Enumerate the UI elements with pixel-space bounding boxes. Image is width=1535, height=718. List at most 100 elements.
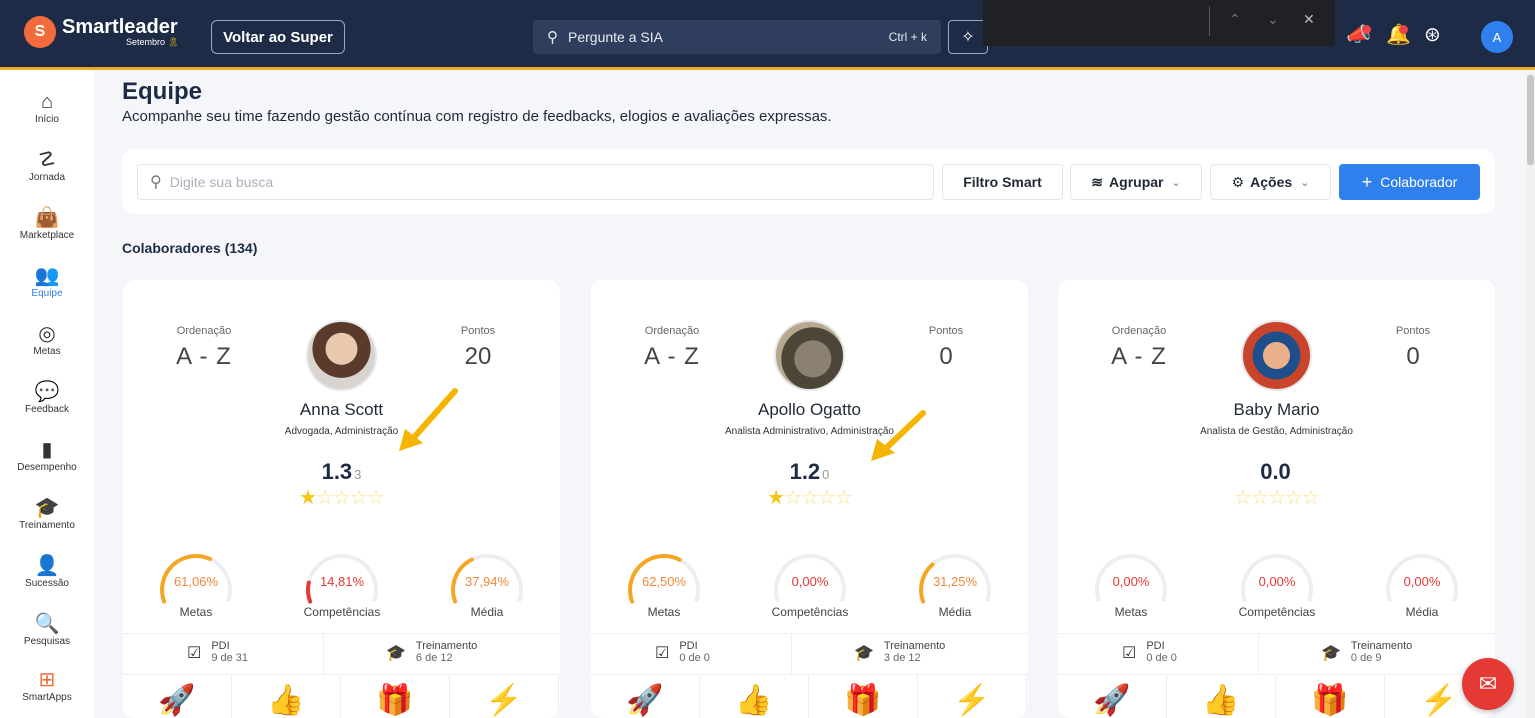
find-next-icon[interactable]: ⌄ [1267, 11, 1279, 28]
avatar[interactable] [774, 320, 845, 391]
progress-gauge: 14,81% Competências [297, 545, 387, 625]
collaborator-card[interactable]: Ordenação A - Z Pontos 20 Anna Scott Advogada… [123, 280, 560, 718]
bell-icon[interactable]: 🔔 [1386, 22, 1411, 47]
add-collaborator-button[interactable]: + Colaborador [1339, 164, 1480, 200]
sidebar-item-equipe[interactable]: 👥 Equipe [0, 264, 94, 320]
lightning-action-button[interactable]: ⚡ [918, 675, 1027, 718]
sidebar-item-desempenho[interactable]: ▮ Desempenho [0, 438, 94, 494]
star-empty-icon[interactable]: ☆ [1268, 487, 1286, 509]
pdi-stat[interactable]: ☑ PDI 0 de 0 [1122, 640, 1177, 665]
group-button[interactable]: ≋ Agrupar ⌄ [1070, 164, 1202, 200]
add-collaborator-label: Colaborador [1380, 174, 1458, 190]
lightning-action-button[interactable]: ⚡ [450, 675, 559, 718]
sparkle-button[interactable]: ✧ [948, 20, 988, 54]
avatar[interactable] [1241, 320, 1312, 391]
lightning-icon: ⚡ [1420, 684, 1458, 717]
sidebar-item-smartapps[interactable]: ⊞ SmartApps [0, 668, 94, 718]
sidebar-item-inicio[interactable]: ⌂ Início [0, 90, 94, 146]
star-rating[interactable]: ★☆☆☆☆ [591, 485, 1028, 510]
rating-value: 0.0 [1260, 459, 1291, 484]
search-box[interactable]: ⚲ [137, 164, 934, 200]
star-empty-icon[interactable]: ☆ [1285, 487, 1303, 509]
star-filled-icon[interactable]: ★ [767, 487, 785, 509]
sidebar-item-jornada[interactable]: ☡ Jornada [0, 148, 94, 204]
thumbs-up-action-button[interactable]: 👍 [700, 675, 809, 718]
rocket-icon: 🚀 [158, 684, 196, 717]
apps-icon: ⊞ [38, 669, 56, 691]
star-empty-icon[interactable]: ☆ [1302, 487, 1320, 509]
sidebar-item-treinamento[interactable]: 🎓 Treinamento [0, 496, 94, 552]
collaborator-card[interactable]: Ordenação A - Z Pontos 0 Baby Mario Analista … [1058, 280, 1495, 718]
group-button-label: Agrupar [1109, 174, 1164, 190]
user-plus-icon: 👤 [34, 555, 60, 577]
order-value: A - Z [176, 343, 232, 370]
rocket-action-button[interactable]: 🚀 [1058, 675, 1167, 718]
actions-button[interactable]: ⚙ Ações ⌄ [1210, 164, 1331, 200]
gauge-percent: 37,94% [464, 574, 510, 589]
sidebar-item-metas[interactable]: ◎ Metas [0, 322, 94, 378]
pdi-label: PDI [1146, 640, 1165, 652]
star-empty-icon[interactable]: ☆ [818, 487, 836, 509]
star-empty-icon[interactable]: ☆ [801, 487, 819, 509]
search-input[interactable] [169, 174, 870, 190]
back-to-super-button[interactable]: Voltar ao Super [211, 20, 345, 54]
training-stat[interactable]: 🎓 Treinamento 0 de 9 [1321, 641, 1412, 665]
collaborator-role: Analista Administrativo, Administração [725, 426, 894, 437]
pdi-value: 9 de 31 [211, 652, 249, 664]
pdi-stat[interactable]: ☑ PDI 0 de 0 [655, 641, 710, 665]
sia-search-bar[interactable]: ⚲ Pergunte a SIA Ctrl + k [533, 20, 941, 54]
search-icon: ⚲ [547, 29, 558, 46]
rocket-action-button[interactable]: 🚀 [123, 675, 232, 718]
gift-action-button[interactable]: 🎁 [809, 675, 918, 718]
star-empty-icon[interactable]: ☆ [784, 487, 802, 509]
rocket-action-button[interactable]: 🚀 [591, 675, 700, 718]
collaborator-name[interactable]: Apollo Ogatto [591, 400, 1028, 420]
find-previous-icon[interactable]: ⌃ [1229, 11, 1241, 28]
star-filled-icon[interactable]: ★ [299, 487, 317, 509]
rating-value: 1.2 [789, 459, 821, 484]
rating-score: 0.0 [1058, 459, 1495, 485]
star-empty-icon[interactable]: ☆ [316, 487, 334, 509]
scrollbar-thumb[interactable] [1527, 75, 1534, 165]
chat-support-button[interactable]: ✉ [1462, 658, 1514, 710]
gift-icon: 🎁 [376, 684, 414, 717]
help-lifebuoy-icon[interactable]: ⊛ [1424, 22, 1441, 47]
gauge-percent: 0,00% [1258, 574, 1296, 589]
star-empty-icon[interactable]: ☆ [367, 487, 385, 509]
gift-action-button[interactable]: 🎁 [341, 675, 450, 718]
team-icon: 👥 [34, 265, 60, 287]
avatar[interactable] [306, 320, 377, 391]
gauge-label: Metas [179, 605, 213, 619]
training-value: 0 de 9 [1350, 652, 1382, 664]
card-divider [591, 633, 1028, 634]
gift-action-button[interactable]: 🎁 [1276, 675, 1385, 718]
target-icon: ◎ [38, 323, 56, 345]
star-empty-icon[interactable]: ☆ [1251, 487, 1269, 509]
collaborator-name[interactable]: Anna Scott [123, 400, 560, 420]
user-avatar[interactable]: A [1481, 21, 1513, 53]
star-rating[interactable]: ★☆☆☆☆ [123, 485, 560, 510]
collaborator-card[interactable]: Ordenação A - Z Pontos 0 Apollo Ogatto Analis… [591, 280, 1028, 718]
sidebar-item-sucessao[interactable]: 👤 Sucessão [0, 554, 94, 610]
star-empty-icon[interactable]: ☆ [835, 487, 853, 509]
sidebar-item-marketplace[interactable]: 👜 Marketplace [0, 206, 94, 262]
thumbs-up-action-button[interactable]: 👍 [232, 675, 341, 718]
thumbs-up-action-button[interactable]: 👍 [1167, 675, 1276, 718]
star-rating[interactable]: ☆☆☆☆☆ [1058, 485, 1495, 510]
pdi-stat[interactable]: ☑ PDI 9 de 31 [187, 641, 249, 665]
brand-logo[interactable]: S Smartleader Setembro 🎗 [24, 16, 179, 48]
star-empty-icon[interactable]: ☆ [1234, 487, 1252, 509]
sidebar-item-feedback[interactable]: 💬 Feedback [0, 380, 94, 436]
training-stat[interactable]: 🎓 Treinamento 3 de 12 [854, 640, 946, 665]
find-close-icon[interactable]: ✕ [1303, 11, 1315, 28]
smart-filter-button[interactable]: Filtro Smart [942, 164, 1063, 200]
training-label: Treinamento [883, 640, 946, 652]
page-scrollbar[interactable] [1526, 73, 1535, 718]
sidebar: ⌂ Início ☡ Jornada 👜 Marketplace 👥 Equip… [0, 70, 94, 718]
star-empty-icon[interactable]: ☆ [350, 487, 368, 509]
annotation-arrow [871, 410, 926, 461]
collaborator-name[interactable]: Baby Mario [1058, 400, 1495, 420]
training-stat[interactable]: 🎓 Treinamento 6 de 12 [386, 641, 477, 665]
star-empty-icon[interactable]: ☆ [333, 487, 351, 509]
sidebar-item-pesquisas[interactable]: 🔍 Pesquisas [0, 612, 94, 668]
